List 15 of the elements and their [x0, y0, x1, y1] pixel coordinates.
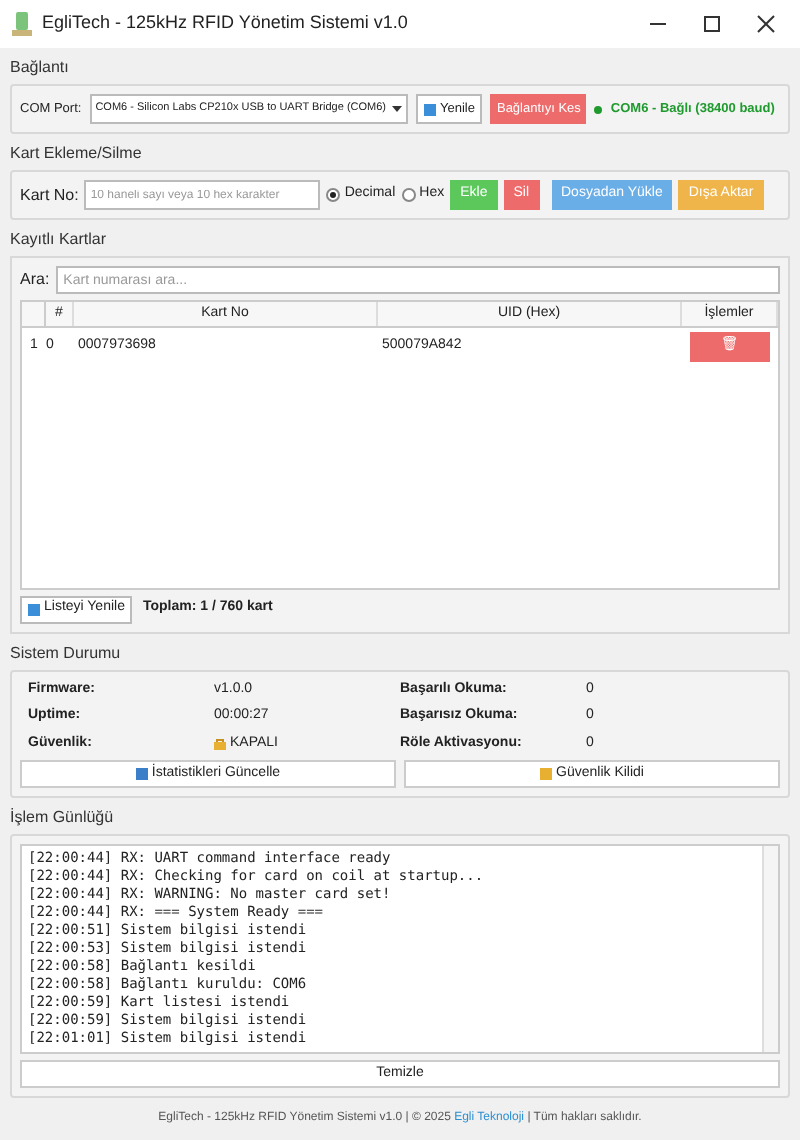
scrollbar[interactable] [762, 846, 778, 1052]
close-icon[interactable] [756, 14, 776, 34]
group-title: Bağlantı [10, 56, 71, 80]
window-title: EgliTech - 125kHz RFID Yönetim Sistemi v1.0 [42, 10, 410, 37]
group-title: İşlem Günlüğü [10, 806, 116, 830]
radio-button[interactable] [401, 188, 416, 202]
radio-button[interactable] [326, 188, 341, 202]
card-label: Kart No: [20, 183, 79, 207]
group-title: Kayıtlı Kartlar [10, 228, 109, 252]
group-title: Sistem Durumu [10, 641, 123, 665]
app-icon [12, 12, 32, 36]
caret-icon [392, 106, 402, 112]
maximize-icon[interactable] [702, 14, 722, 34]
search-label: Ara: [20, 268, 50, 292]
group-title: Kart Ekleme/Silme [10, 142, 144, 166]
